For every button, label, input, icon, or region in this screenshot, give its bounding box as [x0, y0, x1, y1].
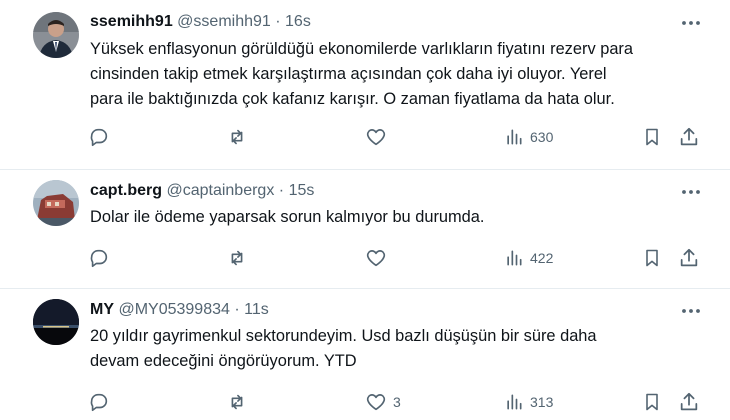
display-name[interactable]: MY	[90, 301, 114, 318]
share-icon	[680, 248, 698, 267]
action-bar: 3 313	[0, 390, 730, 414]
tweet-line: Yüksek enflasyonun görüldüğü ekonomilerd…	[90, 40, 634, 58]
like-icon	[366, 250, 386, 267]
tweet-text: Yüksek enflasyonun görüldüğü ekonomilerd…	[90, 37, 710, 112]
reply-icon	[90, 249, 108, 268]
share-icon	[680, 392, 698, 411]
handle[interactable]: @captainbergx	[166, 182, 274, 199]
like-button[interactable]	[365, 125, 393, 149]
share-button[interactable]	[678, 390, 700, 414]
bookmark-icon	[646, 128, 658, 146]
views-icon	[507, 250, 522, 266]
tweet-line: para ile baktığınızda çok kafanız karışı…	[90, 90, 615, 108]
tweet-header: MY @MY05399834 · 11s	[90, 301, 269, 319]
tweet-line: cinsinden takip etmek karşılaştırma açıs…	[90, 65, 607, 83]
share-icon	[680, 127, 698, 146]
action-bar: 422	[0, 246, 730, 270]
views-icon	[507, 394, 522, 410]
bookmark-button[interactable]	[642, 390, 662, 414]
reply-button[interactable]	[88, 390, 110, 414]
bookmark-icon	[646, 249, 658, 267]
tweet-header: ssemihh91 @ssemihh91 · 16s	[90, 13, 311, 31]
reply-button[interactable]	[88, 125, 110, 149]
views-button[interactable]: 422	[504, 246, 553, 270]
tweet-line: 20 yıldır gayrimenkul sektorundeyim. Usd…	[90, 327, 597, 345]
share-button[interactable]	[678, 125, 700, 149]
tweet-line: devam edeceğini öngörüyorum. YTD	[90, 352, 357, 370]
like-count: 3	[393, 394, 401, 410]
avatar[interactable]	[33, 12, 79, 58]
handle[interactable]: @MY05399834	[118, 301, 229, 318]
view-count: 630	[530, 129, 554, 145]
tweet-line: Dolar ile ödeme yaparsak sorun kalmıyor …	[90, 208, 485, 226]
more-icon	[682, 309, 700, 313]
retweet-button[interactable]	[226, 390, 248, 414]
retweet-icon	[231, 129, 243, 145]
more-icon	[682, 190, 700, 194]
tweet-2[interactable]: capt.berg @captainbergx · 15s Dolar ile …	[0, 170, 730, 289]
retweet-icon	[231, 394, 243, 410]
display-name[interactable]: capt.berg	[90, 182, 162, 199]
timestamp[interactable]: 11s	[244, 301, 269, 318]
view-count: 422	[530, 250, 554, 266]
reply-icon	[90, 393, 108, 412]
tweet-1[interactable]: ssemihh91 @ssemihh91 · 16s Yüksek enflas…	[0, 0, 730, 170]
views-icon	[507, 129, 522, 145]
more-button[interactable]	[676, 301, 706, 321]
view-count: 313	[530, 394, 554, 410]
tweet-text: 20 yıldır gayrimenkul sektorundeyim. Usd…	[90, 324, 710, 374]
action-bar: 630	[0, 125, 730, 149]
like-button[interactable]	[365, 246, 393, 270]
avatar[interactable]	[33, 299, 79, 345]
like-icon	[366, 129, 386, 146]
tweet-text: Dolar ile ödeme yaparsak sorun kalmıyor …	[90, 205, 710, 230]
like-button[interactable]: 3	[365, 390, 401, 414]
avatar[interactable]	[33, 180, 79, 226]
reply-button[interactable]	[88, 246, 110, 270]
handle[interactable]: @ssemihh91	[177, 13, 271, 30]
bookmark-button[interactable]	[642, 125, 662, 149]
more-icon	[682, 21, 700, 25]
retweet-icon	[231, 250, 243, 266]
separator: ·	[278, 182, 285, 199]
retweet-button[interactable]	[226, 246, 248, 270]
bookmark-button[interactable]	[642, 246, 662, 270]
like-icon	[366, 394, 386, 411]
share-button[interactable]	[678, 246, 700, 270]
bookmark-icon	[646, 393, 658, 411]
tweet-3[interactable]: MY @MY05399834 · 11s 20 yıldır gayrimenk…	[0, 289, 730, 420]
more-button[interactable]	[676, 13, 706, 33]
tweet-header: capt.berg @captainbergx · 15s	[90, 182, 314, 200]
separator: ·	[234, 301, 240, 318]
more-button[interactable]	[676, 182, 706, 202]
timestamp[interactable]: 15s	[289, 182, 315, 199]
display-name[interactable]: ssemihh91	[90, 13, 173, 30]
reply-icon	[90, 128, 108, 147]
retweet-button[interactable]	[226, 125, 248, 149]
views-button[interactable]: 313	[504, 390, 553, 414]
separator: ·	[275, 13, 281, 30]
views-button[interactable]: 630	[504, 125, 553, 149]
timestamp[interactable]: 16s	[285, 13, 311, 30]
